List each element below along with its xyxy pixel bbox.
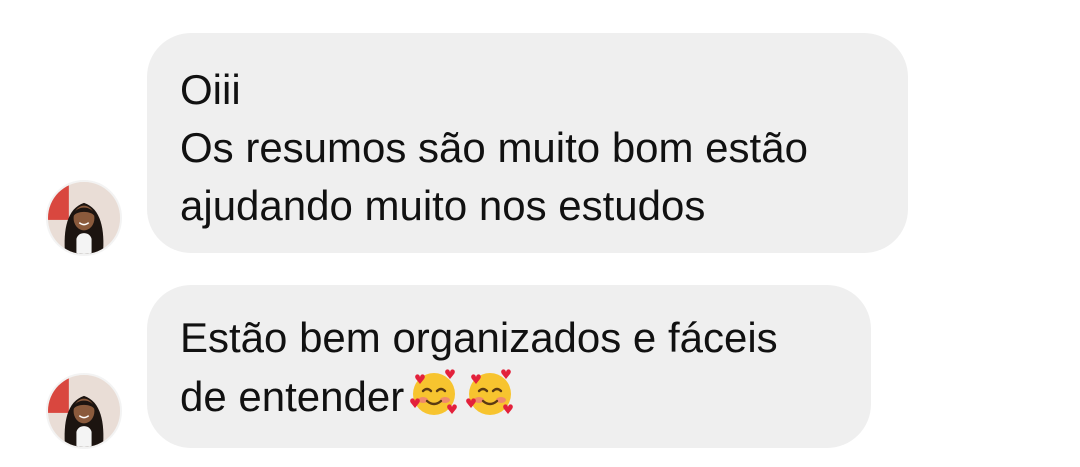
avatar[interactable] (46, 373, 122, 449)
chat-thread: Oiii Os resumos são muito bom estão ajud… (0, 0, 1080, 467)
message-text-segment: de entender (180, 373, 405, 420)
avatar[interactable] (46, 180, 122, 256)
message-text-line: Os resumos são muito bom estão (180, 124, 808, 171)
smiling-face-with-hearts-icon (464, 367, 516, 419)
message-bubble[interactable]: Oiii Os resumos são muito bom estão ajud… (147, 33, 908, 253)
message-text-line: Oiii (180, 66, 241, 113)
smiling-face-with-hearts-icon (408, 367, 460, 419)
message-text-line: Estão bem organizados e fáceis (180, 314, 778, 361)
message-text-line: ajudando muito nos estudos (180, 182, 706, 229)
message-text-line: de entender (180, 367, 838, 426)
message-bubble[interactable]: Estão bem organizados e fáceis de entend… (147, 285, 871, 448)
avatar-image (48, 182, 120, 254)
avatar-image (48, 375, 120, 447)
